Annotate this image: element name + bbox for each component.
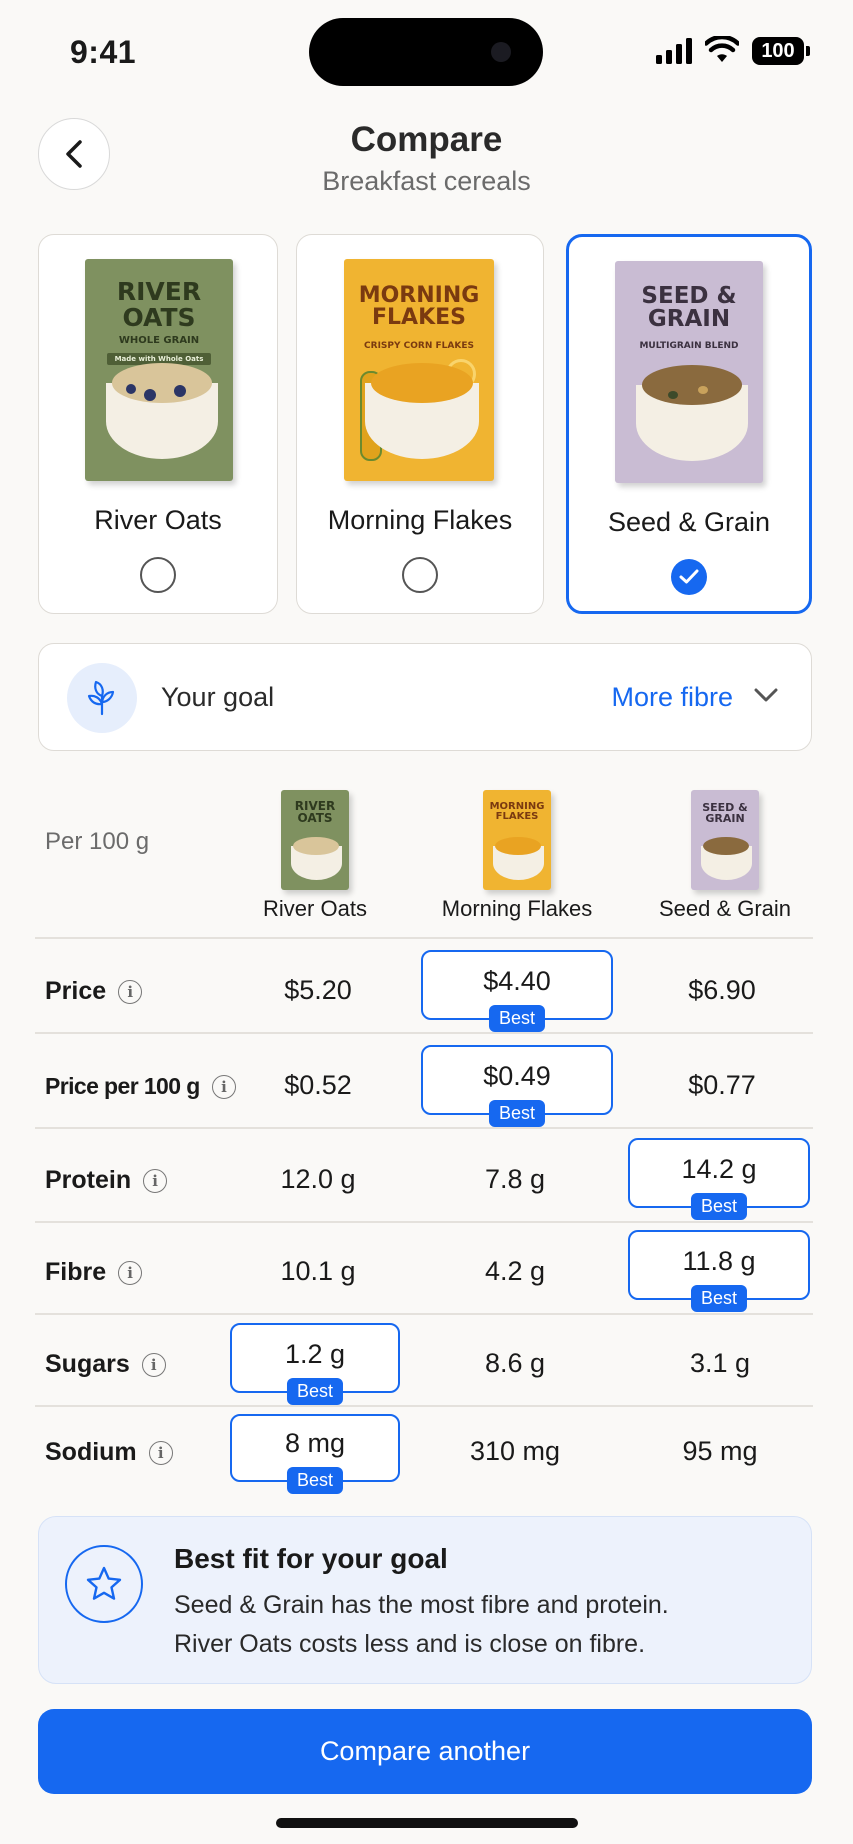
divider [35,1032,813,1034]
battery-icon: 100 [752,37,810,65]
column-header-morning-flakes: MORNING FLAKES Morning Flakes [417,790,617,921]
product-card-morning-flakes[interactable]: MORNING FLAKES CRISPY CORN FLAKES Morning… [296,234,544,614]
best-badge: Best [488,1005,546,1032]
column-header-seed-grain: SEED & GRAIN Seed & Grain [625,790,825,921]
goal-label: Your goal [161,682,275,712]
select-radio-seed-grain[interactable] [671,559,707,595]
best-value-cell: 11.8 g Best [628,1230,810,1312]
row-label-sugars: Sugars i [45,1350,166,1379]
value-cell: 7.8 g [484,1164,546,1194]
best-badge: Best [690,1285,748,1312]
product-thumbnail: SEED & GRAIN [691,790,759,890]
best-fit-card: Best fit for your goal Seed & Grain has … [38,1516,812,1684]
row-label-sodium: Sodium i [45,1438,173,1467]
value-cell: $5.20 [284,975,352,1005]
value-cell: $0.52 [284,1070,352,1100]
value-cell: 95 mg [682,1436,758,1466]
column-header-river-oats: RIVER OATS River Oats [215,790,415,921]
divider [35,1405,813,1407]
product-thumbnail: MORNING FLAKES [483,790,551,890]
divider [35,1221,813,1223]
page-title: Compare [350,120,503,159]
compare-another-button[interactable]: Compare another [38,1709,812,1794]
product-name: Seed & Grain [607,507,771,537]
goal-selector[interactable]: Your goal More fibre [38,643,812,751]
product-card-seed-grain[interactable]: SEED & GRAIN MULTIGRAIN BLEND Seed & Grai… [566,234,812,614]
best-badge: Best [286,1378,344,1405]
product-image-river-oats: RIVER OATS WHOLE GRAIN Made with Whole Oa… [85,259,233,481]
row-label-price-per-100g: Price per 100 gi [45,1073,236,1100]
value-cell: $6.90 [688,975,756,1005]
best-value-cell: 14.2 g Best [628,1138,810,1220]
status-bar: 9:41 100 [0,0,853,100]
best-value-cell: 8 mg Best [230,1414,400,1494]
product-image-morning-flakes: MORNING FLAKES CRISPY CORN FLAKES [344,259,494,481]
row-label-protein: Protein i [45,1166,168,1195]
info-icon[interactable]: i [118,979,143,1004]
divider [35,1313,813,1315]
best-badge: Best [690,1193,748,1220]
row-label-fibre: Fibre i [45,1258,143,1287]
checkmark-icon [679,569,699,584]
home-indicator[interactable] [276,1818,578,1828]
value-cell: $0.77 [688,1070,756,1100]
best-value-cell: $0.49 Best [421,1045,613,1127]
best-badge: Best [488,1100,546,1127]
status-time: 9:41 [70,34,137,70]
select-radio-river-oats[interactable] [140,557,176,593]
value-cell: 4.2 g [484,1256,546,1286]
product-card-river-oats[interactable]: RIVER OATS WHOLE GRAIN Made with Whole Oa… [38,234,278,614]
row-label-price: Price i [45,977,143,1006]
star-icon [65,1545,143,1623]
info-icon[interactable]: i [141,1352,166,1377]
signal-icon [656,38,692,64]
best-value-cell: $4.40 Best [421,950,613,1032]
leaf-icon [67,663,137,733]
dynamic-island [309,18,543,86]
product-image-seed-grain: SEED & GRAIN MULTIGRAIN BLEND [615,261,763,483]
wifi-icon [705,36,739,62]
product-name: Morning Flakes [327,505,513,535]
value-cell: 310 mg [469,1436,561,1466]
info-icon[interactable]: i [148,1440,173,1465]
value-cell: 8.6 g [484,1348,546,1378]
best-value-cell: 1.2 g Best [230,1323,400,1405]
divider [35,937,813,939]
value-cell: 10.1 g [280,1256,356,1286]
product-thumbnail: RIVER OATS [281,790,349,890]
value-cell: 12.0 g [280,1164,356,1194]
divider [35,1127,813,1129]
value-cell: 3.1 g [689,1348,751,1378]
best-fit-line-1: Seed & Grain has the most fibre and prot… [174,1591,669,1619]
info-icon[interactable]: i [118,1260,143,1285]
chevron-down-icon[interactable] [753,686,779,704]
best-fit-line-2: River Oats costs less and is close on fi… [174,1630,646,1658]
goal-value[interactable]: More fibre [611,682,733,713]
per-100g-label: Per 100 g [45,828,150,855]
best-badge: Best [286,1467,344,1494]
info-icon[interactable]: i [143,1168,168,1193]
product-name: River Oats [94,505,222,535]
best-fit-title: Best fit for your goal [174,1543,448,1574]
page-subtitle: Breakfast cereals [322,166,531,196]
select-radio-morning-flakes[interactable] [402,557,438,593]
